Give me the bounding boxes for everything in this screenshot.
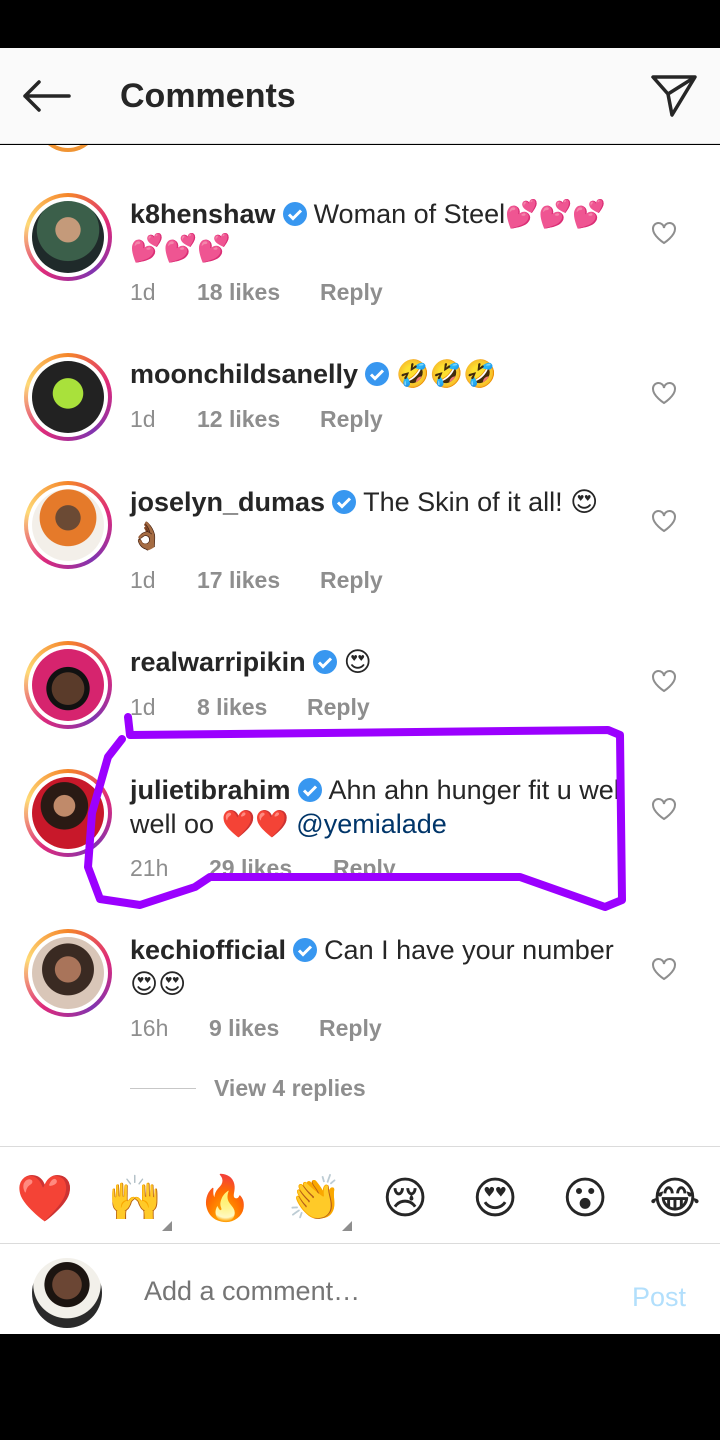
reply-button[interactable]: Reply [307, 694, 370, 721]
verified-badge-icon [282, 202, 307, 226]
like-button[interactable] [648, 377, 680, 409]
heart-outline-icon [652, 222, 676, 245]
reply-button[interactable]: Reply [333, 855, 396, 882]
verified-badge-icon [297, 778, 322, 802]
timestamp: 1d [130, 406, 156, 432]
avatar [36, 145, 100, 152]
heart-outline-icon [652, 510, 676, 533]
emoji-laughing[interactable]: 😂 [648, 1171, 702, 1225]
avatar[interactable] [24, 929, 112, 1017]
comment-list[interactable]: k8henshaw Woman of Steel💕💕💕💕💕💕 1d 18 like… [0, 145, 720, 1146]
comment-input[interactable] [144, 1276, 584, 1307]
comment-text: moonchildsanelly 🤣🤣🤣 [130, 357, 630, 391]
heart-outline-icon [652, 382, 676, 405]
comment-text: joselyn_dumas The Skin of it all! 😍👌🏾 [130, 485, 630, 553]
verified-badge-icon [332, 490, 357, 514]
likes-count[interactable]: 8 likes [197, 694, 307, 721]
comment-body: 😍 [343, 647, 372, 677]
verified-badge-icon [312, 650, 337, 674]
timestamp: 21h [130, 855, 169, 881]
status-bar [0, 0, 720, 48]
reply-button[interactable]: Reply [319, 1015, 382, 1042]
comment-meta: 1d 8 likes Reply [130, 694, 370, 721]
comment-text: realwarripikin 😍 [130, 645, 630, 679]
paper-plane-icon [651, 75, 697, 117]
likes-count[interactable]: 12 likes [197, 406, 320, 433]
skin-tone-indicator-icon [342, 1221, 352, 1231]
arrow-left-icon [23, 80, 71, 112]
view-replies[interactable]: View 4 replies [130, 1075, 366, 1102]
comment-meta: 1d 17 likes Reply [130, 567, 383, 594]
avatar[interactable] [24, 193, 112, 281]
timestamp: 1d [130, 279, 156, 305]
like-button[interactable] [648, 505, 680, 537]
view-replies-label[interactable]: View 4 replies [214, 1075, 366, 1102]
comment-text: julietibrahim Ahn ahn hunger fit u well w… [130, 773, 630, 841]
heart-outline-icon [652, 798, 676, 821]
emoji-heart[interactable]: ❤️ [16, 1171, 73, 1225]
avatar[interactable] [24, 769, 112, 857]
like-button[interactable] [648, 793, 680, 825]
likes-count[interactable]: 29 likes [209, 855, 333, 882]
emoji-crying[interactable]: 😢 [378, 1171, 432, 1225]
reply-button[interactable]: Reply [320, 567, 383, 594]
mention-link[interactable]: @yemialade [296, 809, 446, 839]
avatar[interactable] [24, 353, 112, 441]
heart-outline-icon [652, 670, 676, 693]
likes-count[interactable]: 17 likes [197, 567, 320, 594]
avatar [32, 1258, 102, 1328]
comment-text: k8henshaw Woman of Steel💕💕💕💕💕💕 [130, 197, 630, 265]
system-nav-bar [0, 1334, 720, 1440]
username[interactable]: moonchildsanelly [130, 359, 358, 389]
username[interactable]: kechiofficial [130, 935, 286, 965]
like-button[interactable] [648, 217, 680, 249]
like-button[interactable] [648, 665, 680, 697]
timestamp: 16h [130, 1015, 169, 1041]
emoji-clap[interactable]: 👏 [288, 1171, 343, 1225]
comment-meta: 1d 12 likes Reply [130, 406, 383, 433]
comment-meta: 16h 9 likes Reply [130, 1015, 382, 1042]
likes-count[interactable]: 18 likes [197, 279, 320, 306]
comment-body: 🤣🤣🤣 [396, 359, 497, 389]
emoji-surprised[interactable]: 😮 [558, 1171, 612, 1225]
likes-count[interactable]: 9 likes [209, 1015, 319, 1042]
avatar[interactable] [24, 481, 112, 569]
header: Comments [0, 48, 720, 144]
skin-tone-indicator-icon [162, 1221, 172, 1231]
direct-share-button[interactable] [648, 70, 700, 122]
comment-meta: 21h 29 likes Reply [130, 855, 396, 882]
verified-badge-icon [365, 362, 390, 386]
divider [130, 1088, 196, 1089]
comment-meta: 1d 18 likes Reply [130, 279, 383, 306]
page-title: Comments [120, 77, 296, 115]
timestamp: 1d [130, 694, 156, 720]
reply-button[interactable]: Reply [320, 279, 383, 306]
back-button[interactable] [18, 72, 74, 120]
reply-button[interactable]: Reply [320, 406, 383, 433]
avatar[interactable] [24, 641, 112, 729]
emoji-raised-hands[interactable]: 🙌 [108, 1171, 163, 1225]
quick-emoji-bar: ❤️ 🙌 🔥 👏 😢 😍 😮 😂 [0, 1146, 720, 1244]
username[interactable]: k8henshaw [130, 199, 276, 229]
username[interactable]: joselyn_dumas [130, 487, 325, 517]
timestamp: 1d [130, 567, 156, 593]
post-button[interactable]: Post [632, 1282, 686, 1313]
comment-composer: Post [0, 1244, 720, 1334]
like-button[interactable] [648, 953, 680, 985]
comment-text: kechiofficial Can I have your number 😍😍 [130, 933, 630, 1001]
verified-badge-icon [293, 938, 318, 962]
emoji-fire[interactable]: 🔥 [198, 1171, 253, 1225]
username[interactable]: julietibrahim [130, 775, 291, 805]
heart-outline-icon [652, 958, 676, 981]
emoji-heart-eyes[interactable]: 😍 [468, 1171, 522, 1225]
username[interactable]: realwarripikin [130, 647, 306, 677]
